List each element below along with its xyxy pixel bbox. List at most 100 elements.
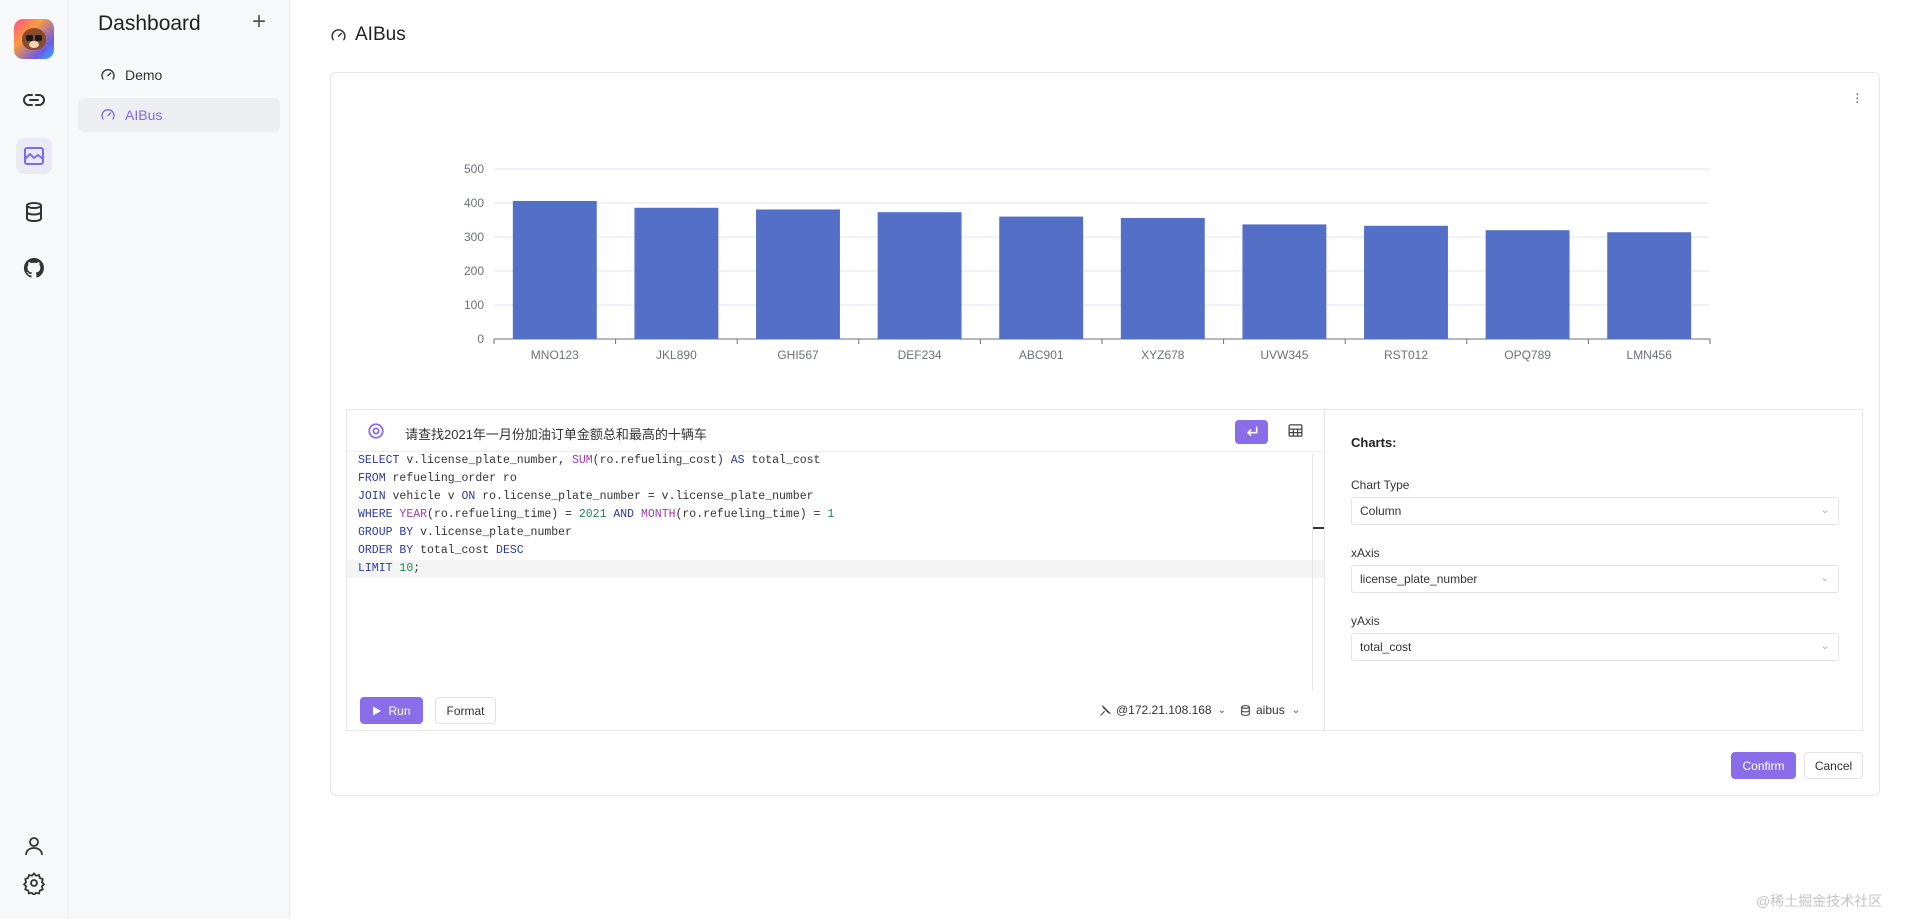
database-select[interactable]: aibus ⌄ — [1239, 703, 1300, 717]
code-token: WHERE — [358, 508, 393, 521]
y-tick-label: 200 — [464, 264, 484, 278]
gauge-icon — [101, 69, 115, 80]
database-value: aibus — [1256, 703, 1285, 717]
sql-editor-panel: 请查找2021年一月份加油订单金额总和最高的十辆车 SELECT v.licen… — [346, 409, 1325, 731]
bar[interactable] — [512, 200, 597, 339]
run-label: Run — [388, 703, 411, 718]
chevron-down-icon: ⌄ — [1820, 505, 1829, 516]
code-token: refueling_order ro — [385, 472, 517, 485]
y-tick-label: 100 — [464, 298, 484, 312]
app-logo[interactable] — [14, 19, 54, 59]
database-icon — [1241, 704, 1250, 716]
settings-icon[interactable] — [16, 865, 52, 901]
chevron-down-icon: ⌄ — [1820, 641, 1829, 652]
x-tick-label: MNO123 — [531, 348, 579, 362]
y-tick-label: 500 — [464, 162, 484, 176]
xaxis-label: xAxis — [1351, 546, 1380, 560]
code-token: GROUP BY — [358, 526, 414, 539]
code-token: (ro.refueling_time) = — [427, 508, 579, 521]
code-token: 10 — [399, 562, 414, 575]
x-tick-label: XYZ678 — [1141, 348, 1185, 362]
bar[interactable] — [756, 209, 840, 339]
code-token: JOIN — [358, 490, 386, 503]
code-token: 2021 — [578, 508, 607, 521]
confirm-button[interactable]: Confirm — [1731, 752, 1796, 779]
bar-chart: 0 100 200 300 400 500 MNO123 JKL890 GHI567 DEF234… — [448, 152, 1728, 375]
code-token: SELECT — [358, 454, 400, 467]
sidebar-item-demo[interactable]: Demo — [78, 58, 280, 92]
code-token: DESC — [496, 544, 524, 557]
code-token: v.license_plate_number — [413, 526, 572, 539]
code-line[interactable]: SELECT v.license_plate_number, SUM(ro.re… — [347, 452, 1325, 470]
table-icon[interactable] — [1287, 422, 1304, 439]
bar[interactable] — [1242, 224, 1327, 339]
code-token: AS — [730, 454, 745, 467]
code-line[interactable]: FROM refueling_order ro — [347, 470, 1325, 488]
code-token: total_cost — [413, 544, 497, 557]
database-icon[interactable] — [16, 194, 52, 230]
y-tick-label: 0 — [477, 332, 484, 346]
bar[interactable] — [1364, 225, 1448, 339]
editor-scrollbar[interactable] — [1312, 454, 1313, 690]
chevron-down-icon: ⌄ — [1291, 704, 1301, 716]
chart-type-select[interactable]: Column ⌄ — [1351, 497, 1839, 525]
x-tick-label: UVW345 — [1260, 348, 1308, 362]
code-token: ; — [413, 562, 421, 575]
code-line[interactable]: GROUP BY v.license_plate_number — [347, 524, 1325, 542]
enter-icon — [1246, 426, 1257, 437]
bar[interactable] — [1485, 230, 1570, 339]
cancel-button[interactable]: Cancel — [1804, 752, 1863, 779]
more-options-icon[interactable]: · · · — [1855, 86, 1861, 108]
chart-type-value: Column — [1360, 504, 1402, 518]
code-line[interactable]: WHERE YEAR(ro.refueling_time) = 2021 AND… — [347, 506, 1325, 524]
code-line[interactable]: ORDER BY total_cost DESC — [347, 542, 1325, 560]
code-line[interactable]: LIMIT 10; — [347, 560, 1325, 578]
run-button[interactable]: Run — [360, 697, 423, 724]
chevron-down-icon: ⌄ — [1217, 704, 1226, 716]
chevron-down-icon: ⌄ — [1820, 573, 1829, 584]
code-token: (ro.refueling_cost) — [592, 454, 731, 467]
sidebar-item-label: Demo — [125, 67, 163, 83]
connection-select[interactable]: @172.21.108.168 ⌄ — [1099, 703, 1226, 717]
submit-prompt-button[interactable] — [1235, 420, 1268, 444]
xaxis-value: license_plate_number — [1360, 572, 1478, 586]
code-token: ORDER BY — [358, 544, 414, 557]
chart-icon[interactable] — [16, 138, 52, 174]
watermark: @稀土掘金技术社区 — [1756, 893, 1883, 909]
format-button[interactable]: Format — [435, 697, 496, 724]
xaxis-select[interactable]: license_plate_number ⌄ — [1351, 565, 1839, 593]
code-token: ON — [461, 490, 476, 503]
sidebar-item-aibus[interactable]: AIBus — [78, 98, 280, 132]
x-tick-label: OPQ789 — [1504, 348, 1551, 362]
add-dashboard-button[interactable]: + — [252, 10, 266, 34]
code-token: FROM — [358, 472, 386, 485]
play-icon — [373, 706, 382, 715]
code-token: v.license_plate_number, — [399, 454, 572, 467]
bar[interactable] — [634, 207, 719, 339]
chart-type-label: Chart Type — [1351, 478, 1410, 492]
sidebar-item-label: AIBus — [125, 107, 163, 123]
link-icon[interactable] — [16, 82, 52, 118]
yaxis-label: yAxis — [1351, 614, 1380, 628]
bar[interactable] — [1120, 217, 1205, 339]
x-tick-label: ABC901 — [1019, 348, 1064, 362]
user-icon[interactable] — [16, 828, 52, 864]
gauge-icon — [101, 109, 115, 120]
x-tick-label: LMN456 — [1627, 348, 1673, 362]
github-icon[interactable] — [16, 250, 52, 286]
page-title: AIBus — [330, 24, 406, 46]
sql-code-editor[interactable]: SELECT v.license_plate_number, SUM(ro.re… — [347, 452, 1325, 692]
prompt-input[interactable]: 请查找2021年一月份加油订单金额总和最高的十辆车 — [405, 424, 707, 443]
bar[interactable] — [877, 212, 962, 339]
bar[interactable] — [1607, 232, 1692, 339]
bar[interactable] — [999, 216, 1084, 339]
code-line[interactable]: JOIN vehicle v ON ro.license_plate_numbe… — [347, 488, 1325, 506]
code-token: AND — [606, 508, 641, 521]
icon-rail — [0, 0, 68, 919]
yaxis-select[interactable]: total_cost ⌄ — [1351, 633, 1839, 661]
x-tick-label: JKL890 — [656, 348, 697, 362]
code-token: MONTH — [640, 508, 676, 521]
y-tick-label: 400 — [464, 196, 484, 210]
prompt-bar: 请查找2021年一月份加油订单金额总和最高的十辆车 — [347, 410, 1325, 452]
yaxis-value: total_cost — [1360, 640, 1412, 654]
